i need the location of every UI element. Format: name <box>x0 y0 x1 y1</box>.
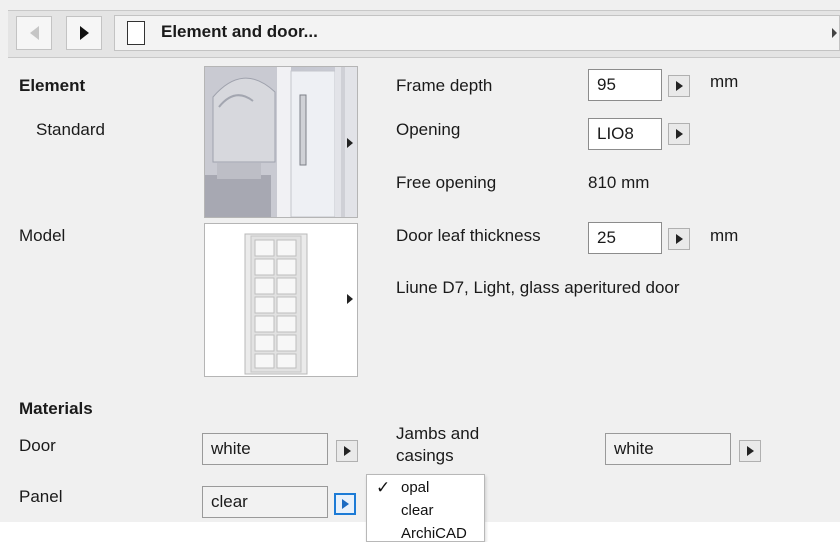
arrow-right-icon <box>79 26 89 40</box>
thumbnail-arrow-icon <box>347 138 353 148</box>
door-leaf-thickness-label: Door leaf thickness <box>396 226 541 245</box>
element-value: Standard <box>36 120 105 139</box>
arrow-right-icon <box>675 81 683 91</box>
model-thumbnail[interactable] <box>204 223 358 377</box>
dropdown-option-archicad[interactable]: ArchiCAD <box>401 525 467 542</box>
door-material-label: Door <box>19 436 56 455</box>
expand-arrow-icon <box>832 28 837 38</box>
arrow-right-icon <box>675 234 683 244</box>
free-opening-value: 810 mm <box>588 173 650 192</box>
panel-title: Element and door... <box>161 22 318 41</box>
materials-heading: Materials <box>19 399 93 418</box>
door-settings-panel: Element and door... Element Standard Mod… <box>0 0 840 522</box>
arrow-right-icon <box>343 446 351 456</box>
element-thumbnail[interactable] <box>204 66 358 218</box>
forward-button[interactable] <box>66 16 102 50</box>
panel-material-dropdown: ✓ opal clear ArchiCAD <box>366 474 485 542</box>
door-photo-image <box>205 67 357 217</box>
arrow-right-icon <box>675 129 683 139</box>
arrow-right-icon <box>341 499 349 509</box>
door-material-arrow-button[interactable] <box>336 440 358 462</box>
frame-depth-arrow-button[interactable] <box>668 75 690 97</box>
jambs-label-line2: casings <box>396 446 454 465</box>
opening-input[interactable]: LIO8 <box>588 118 662 150</box>
document-icon <box>127 21 145 45</box>
frame-depth-unit: mm <box>710 72 739 91</box>
element-heading: Element <box>19 76 86 95</box>
door-model-drawing <box>205 224 357 376</box>
frame-depth-input[interactable]: 95 <box>588 69 662 101</box>
thumbnail-arrow-icon <box>347 294 353 304</box>
back-button[interactable] <box>16 16 52 50</box>
panel-material-arrow-button[interactable] <box>334 493 356 515</box>
jambs-material-arrow-button[interactable] <box>739 440 761 462</box>
opening-arrow-button[interactable] <box>668 123 690 145</box>
arrow-right-icon <box>746 446 754 456</box>
opening-label: Opening <box>396 120 461 139</box>
door-leaf-thickness-arrow-button[interactable] <box>668 228 690 250</box>
door-material-input[interactable]: white <box>202 433 328 465</box>
panel-title-box[interactable]: Element and door... <box>114 15 840 51</box>
panel-material-input[interactable]: clear <box>202 486 328 518</box>
model-label: Model <box>19 226 66 245</box>
jambs-material-input[interactable]: white <box>605 433 731 465</box>
door-description: Liune D7, Light, glass aperitured door <box>396 278 680 297</box>
checkmark-icon: ✓ <box>376 478 391 497</box>
jambs-label-line1: Jambs and <box>396 424 480 443</box>
frame-depth-label: Frame depth <box>396 76 493 95</box>
free-opening-label: Free opening <box>396 173 497 192</box>
arrow-left-icon <box>29 26 39 40</box>
dropdown-option-clear[interactable]: clear <box>401 502 434 519</box>
dropdown-option-opal[interactable]: opal <box>401 479 429 496</box>
door-leaf-thickness-input[interactable]: 25 <box>588 222 662 254</box>
panel-material-label: Panel <box>19 487 63 506</box>
door-leaf-thickness-unit: mm <box>710 226 739 245</box>
